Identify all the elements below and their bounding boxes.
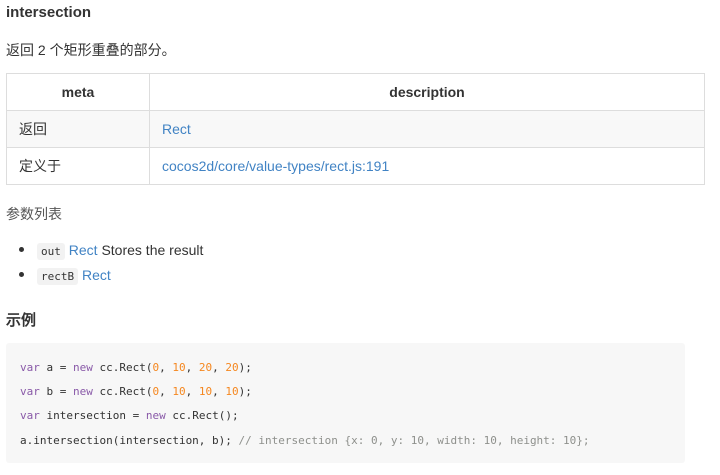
code-number: 20 xyxy=(198,361,213,374)
code-keyword: var xyxy=(20,385,40,398)
bullet-icon xyxy=(19,247,24,252)
code-text: , xyxy=(159,361,173,374)
param-name: out xyxy=(37,243,65,260)
code-line: var b = new cc.Rect(0, 10, 10, 10); xyxy=(20,385,252,398)
code-line: var intersection = new cc.Rect(); xyxy=(20,409,239,422)
params-list: out Rect Stores the result rectB Rect xyxy=(6,238,203,288)
code-keyword: new xyxy=(73,385,93,398)
column-header-meta: meta xyxy=(6,73,150,111)
section-description: 返回 2 个矩形重叠的部分。 xyxy=(6,42,176,58)
code-text: intersection = xyxy=(39,409,146,422)
code-text: a.intersection(intersection, b); xyxy=(20,434,239,447)
param-type-link[interactable]: Rect xyxy=(82,267,111,283)
meta-key-returns: 返回 xyxy=(6,110,150,148)
code-line: a.intersection(intersection, b); // inte… xyxy=(20,434,590,447)
code-number: 10 xyxy=(225,385,239,398)
table-row: 定义于 cocos2d/core/value-types/rect.js:191 xyxy=(6,147,705,185)
param-name: rectB xyxy=(37,268,79,285)
code-line: var a = new cc.Rect(0, 10, 20, 20); xyxy=(20,361,252,374)
code-text: cc.Rect(); xyxy=(165,409,239,422)
rect-type-link[interactable]: Rect xyxy=(162,121,191,137)
code-number: 10 xyxy=(198,385,213,398)
meta-table: meta description 返回 Rect 定义于 cocos2d/cor… xyxy=(6,73,705,185)
code-text: cc.Rect( xyxy=(92,361,153,374)
code-text: , xyxy=(212,385,226,398)
code-keyword: var xyxy=(20,409,40,422)
example-heading: 示例 xyxy=(6,312,37,329)
column-header-description: description xyxy=(149,73,705,111)
list-item: rectB Rect xyxy=(6,263,203,288)
section-title: intersection xyxy=(6,4,92,21)
code-number: 10 xyxy=(172,385,186,398)
meta-key-defined-in: 定义于 xyxy=(6,147,150,185)
code-block: var a = new cc.Rect(0, 10, 20, 20); var b… xyxy=(6,343,685,463)
code-text: , xyxy=(159,385,173,398)
meta-value-defined-in: cocos2d/core/value-types/rect.js:191 xyxy=(149,147,705,185)
code-text: , xyxy=(185,385,199,398)
code-text: , xyxy=(185,361,199,374)
code-text: ); xyxy=(238,385,252,398)
meta-value-returns: Rect xyxy=(149,110,705,148)
code-number: 20 xyxy=(225,361,239,374)
list-item: out Rect Stores the result xyxy=(6,238,203,263)
bullet-icon xyxy=(19,272,24,277)
params-heading: 参数列表 xyxy=(6,206,62,222)
code-text: a = xyxy=(39,361,73,374)
code-text: ); xyxy=(238,361,252,374)
table-header-row: meta description xyxy=(6,73,705,111)
code-keyword: new xyxy=(145,409,166,422)
source-file-link[interactable]: cocos2d/core/value-types/rect.js:191 xyxy=(162,158,389,174)
code-number: 10 xyxy=(172,361,186,374)
param-description: Stores the result xyxy=(97,242,204,258)
code-text: , xyxy=(212,361,226,374)
code-text: cc.Rect( xyxy=(92,385,153,398)
code-keyword: var xyxy=(20,361,40,374)
code-comment: // intersection {x: 0, y: 10, width: 10,… xyxy=(238,434,590,447)
code-keyword: new xyxy=(73,361,93,374)
param-type-link[interactable]: Rect xyxy=(69,242,98,258)
code-text: b = xyxy=(39,385,73,398)
table-row: 返回 Rect xyxy=(6,110,705,148)
